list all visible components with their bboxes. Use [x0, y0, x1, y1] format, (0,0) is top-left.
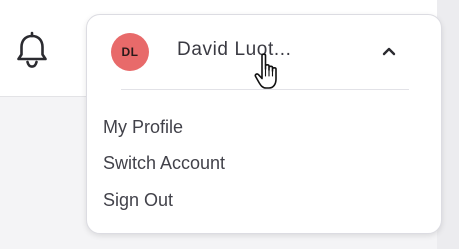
menu-item-sign-out[interactable]: Sign Out: [103, 190, 173, 211]
menu-item-my-profile[interactable]: My Profile: [103, 117, 183, 138]
chevron-up-icon[interactable]: [381, 45, 397, 57]
bell-icon[interactable]: [14, 30, 50, 70]
user-menu-dropdown: DL David Luot... My Profile Switch Accou…: [86, 14, 442, 234]
user-name: David Luot...: [177, 39, 292, 60]
user-menu-toggle[interactable]: DL David Luot...: [87, 15, 441, 85]
menu-item-switch-account[interactable]: Switch Account: [103, 153, 225, 174]
avatar: DL: [111, 33, 149, 71]
menu-divider: [121, 89, 409, 90]
